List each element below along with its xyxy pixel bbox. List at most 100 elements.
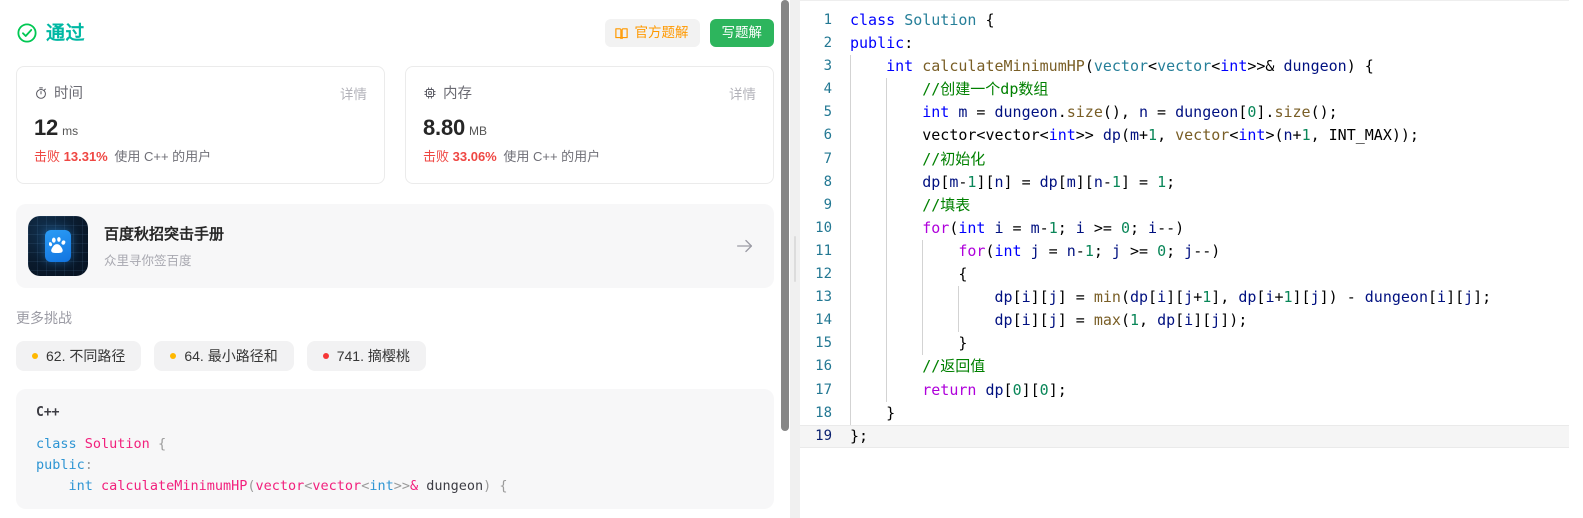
line-content: dp[m-1][n] = dp[m][n-1] = 1; bbox=[846, 170, 1583, 194]
code-token: : bbox=[904, 34, 914, 53]
runtime-label: 时间 bbox=[54, 86, 83, 102]
code-token: >>& bbox=[1247, 57, 1284, 76]
code-token: dungeon bbox=[1283, 57, 1347, 76]
submission-status-row: 通过 官方题解 写题解 bbox=[16, 16, 774, 50]
code-token: i bbox=[1148, 218, 1158, 237]
code-token: public bbox=[850, 34, 905, 53]
code-token: int bbox=[994, 241, 1022, 260]
runtime-label-group: 时间 bbox=[34, 82, 83, 103]
code-token: vector<vector< bbox=[850, 126, 1049, 145]
indent-guide bbox=[886, 286, 888, 310]
editor-line[interactable]: 9 //填表 bbox=[800, 193, 1583, 217]
code-token: dp bbox=[922, 172, 941, 191]
editor-line[interactable]: 14 dp[i][j] = max(1, dp[i][j]); bbox=[800, 309, 1583, 333]
code-token: 1 bbox=[1111, 172, 1121, 191]
baidu-paw-icon bbox=[45, 229, 71, 262]
more-challenges-title: 更多挑战 bbox=[16, 309, 72, 326]
editor-line[interactable]: 10 for(int i = m-1; i >= 0; i--) bbox=[800, 216, 1583, 240]
editor-line[interactable]: 17 return dp[0][0]; bbox=[800, 378, 1583, 402]
code-token: --) bbox=[1193, 241, 1221, 260]
code-token: public bbox=[36, 456, 85, 473]
code-token: dp bbox=[994, 311, 1013, 330]
challenge-tag[interactable]: 741. 摘樱桃 bbox=[306, 340, 426, 371]
memory-label: 内存 bbox=[443, 86, 472, 102]
line-number: 11 bbox=[815, 242, 832, 259]
code-token: int bbox=[1238, 126, 1266, 145]
code-token: INT_MAX bbox=[1328, 126, 1392, 145]
editor-line[interactable]: 15 } bbox=[800, 332, 1583, 356]
editor-line[interactable]: 13 dp[i][j] = min(dp[i][j+1], dp[i+1][j]… bbox=[800, 286, 1583, 310]
editor-line[interactable]: 5 int m = dungeon.size(), n = dungeon[0]… bbox=[800, 101, 1583, 125]
editor-line[interactable]: 2 public: bbox=[800, 32, 1583, 55]
scrollbar-thumb[interactable] bbox=[781, 0, 789, 431]
line-content: }; bbox=[846, 425, 1583, 448]
code-token: >> bbox=[1075, 126, 1103, 145]
line-number: 3 bbox=[823, 58, 832, 75]
metrics-row: 时间 详情 12 ms 击败 13.31% 使用 C++ 的用户 内存 详情 8… bbox=[16, 66, 774, 184]
memory-detail-link[interactable]: 详情 bbox=[729, 83, 756, 103]
indent-guide bbox=[850, 147, 851, 171]
arrow-right-icon[interactable] bbox=[734, 235, 756, 257]
challenge-tag[interactable]: 64. 最小路径和 bbox=[154, 340, 294, 371]
editor-line[interactable]: 4 //创建一个dp数组 bbox=[800, 78, 1583, 102]
code-token: >= bbox=[1084, 218, 1121, 237]
line-content: class Solution { bbox=[846, 9, 1583, 32]
editor-line[interactable]: 11 for(int j = n-1; j >= 0; j--) bbox=[800, 239, 1583, 264]
editor-line[interactable]: 19}; bbox=[800, 424, 1583, 448]
panel-resize-divider[interactable] bbox=[790, 0, 800, 518]
editor-overview-ruler[interactable] bbox=[1569, 0, 1583, 518]
editor-line[interactable]: 7 //初始化 bbox=[800, 147, 1583, 171]
code-token: = bbox=[967, 103, 995, 122]
code-token: [ bbox=[1175, 311, 1185, 330]
code-token: return bbox=[922, 380, 977, 399]
line-content: //返回值 bbox=[846, 355, 1583, 379]
promo-banner[interactable]: 百度秋招突击手册 众里寻你签百度 bbox=[16, 203, 774, 288]
editor-line[interactable]: 1 class Solution { bbox=[800, 9, 1583, 32]
code-token: dp bbox=[1102, 126, 1121, 145]
editor-line[interactable]: 18 } bbox=[800, 401, 1583, 425]
editor-line[interactable]: 12 { bbox=[800, 263, 1583, 287]
editor-line[interactable]: 8 dp[m-1][n] = dp[m][n-1] = 1; bbox=[800, 170, 1583, 194]
left-panel-scrollbar[interactable] bbox=[780, 0, 790, 518]
challenge-tag[interactable]: 62. 不同路径 bbox=[16, 340, 142, 371]
code-token: < bbox=[1229, 126, 1239, 145]
official-solution-button[interactable]: 官方题解 bbox=[604, 19, 700, 47]
code-token: vector bbox=[255, 477, 305, 494]
code-token: 1 bbox=[1129, 311, 1139, 330]
code-token: j bbox=[1184, 288, 1194, 307]
runtime-detail-link[interactable]: 详情 bbox=[340, 83, 367, 103]
code-token: vector bbox=[1175, 126, 1230, 145]
code-editor-panel[interactable]: 1 class Solution {2 public: 3 int calculate… bbox=[800, 0, 1583, 518]
code-token: ( bbox=[247, 477, 256, 494]
code-token: dp bbox=[1129, 288, 1149, 307]
line-content: //初始化 bbox=[846, 147, 1583, 171]
code-token: //初始化 bbox=[922, 149, 986, 168]
code-token: & bbox=[410, 477, 419, 494]
code-token: ]); bbox=[1220, 311, 1248, 330]
editor-line[interactable]: 16 //返回值 bbox=[800, 355, 1583, 379]
write-solution-button[interactable]: 写题解 bbox=[709, 19, 774, 47]
editor-line[interactable]: 6 vector<vector<int>> dp(m+1, vector<int… bbox=[800, 124, 1583, 148]
code-token: ( bbox=[985, 241, 995, 260]
code-token: ( bbox=[1120, 311, 1130, 330]
indent-guide bbox=[850, 355, 851, 379]
code-token: ) { bbox=[1346, 57, 1374, 76]
code-token: int bbox=[886, 57, 914, 76]
indent-guide bbox=[958, 286, 960, 310]
editor-line[interactable]: 3 int calculateMinimumHP(vector<vector<i… bbox=[800, 55, 1583, 79]
code-token: j bbox=[1184, 241, 1194, 260]
code-token: dp bbox=[985, 380, 1004, 399]
code-token: ) { bbox=[483, 477, 508, 494]
code-token: dungeon bbox=[1364, 288, 1428, 307]
code-token: 1 bbox=[1084, 241, 1094, 260]
code-token: < bbox=[1148, 57, 1158, 76]
indent-guide bbox=[886, 378, 888, 402]
code-token: n bbox=[994, 172, 1004, 191]
runtime-value: 12 bbox=[34, 115, 59, 140]
code-token: calculateMinimumHP bbox=[922, 57, 1085, 76]
code-token: >( bbox=[1265, 126, 1284, 145]
code-token: vector bbox=[1093, 57, 1149, 76]
circle-check-icon bbox=[16, 22, 38, 44]
